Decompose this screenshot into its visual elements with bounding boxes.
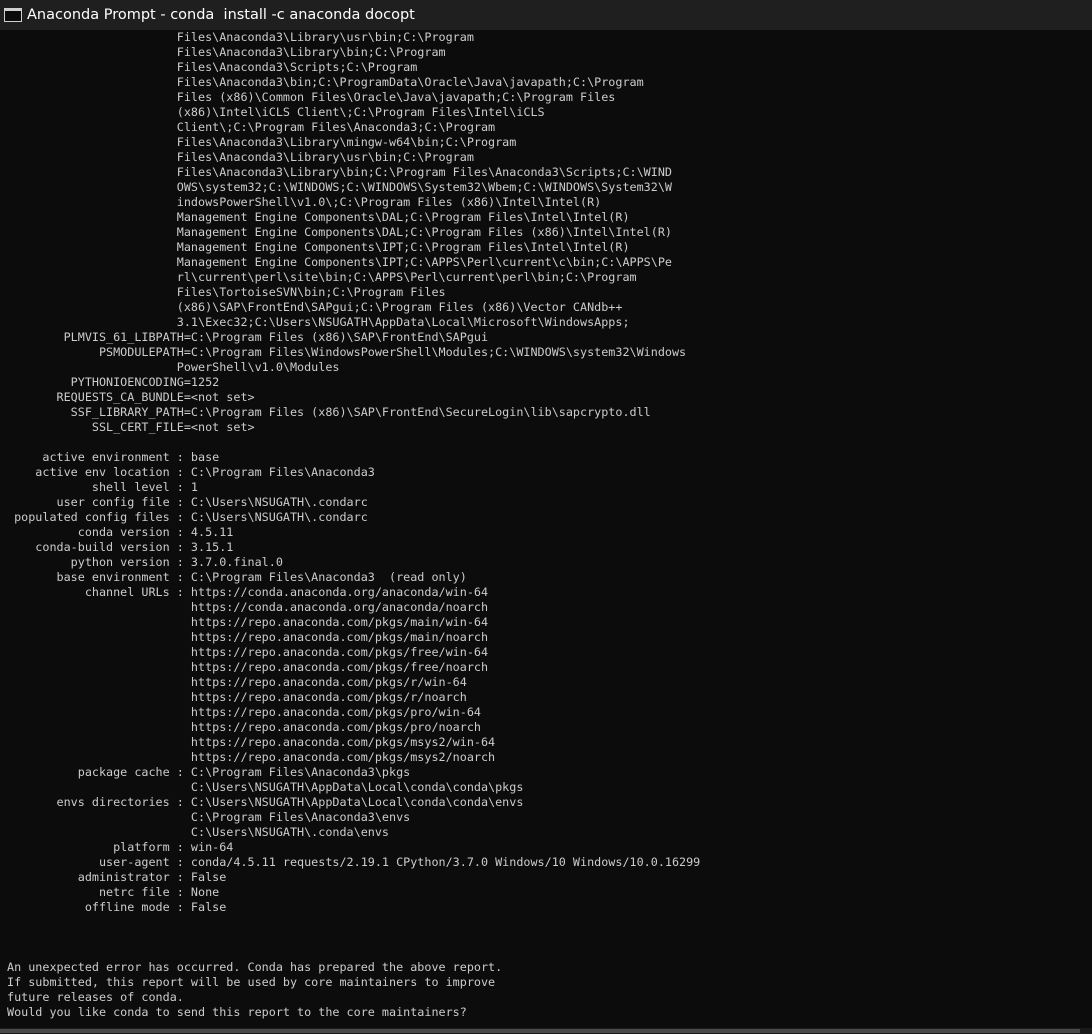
console-line: base environment : C:\Program Files\Anac… xyxy=(7,570,467,584)
console-line: SSF_LIBRARY_PATH=C:\Program Files (x86)\… xyxy=(7,405,651,419)
console-line: (x86)\Intel\iCLS Client\;C:\Program File… xyxy=(7,105,545,119)
console-line: https://conda.anaconda.org/anaconda/noar… xyxy=(7,600,489,614)
console-line: indowsPowerShell\v1.0\;C:\Program Files … xyxy=(7,195,602,209)
console-line: Files\Anaconda3\bin;C:\ProgramData\Oracl… xyxy=(7,75,644,89)
console-line: https://repo.anaconda.com/pkgs/main/win-… xyxy=(7,615,489,629)
console-line: OWS\system32;C:\WINDOWS;C:\WINDOWS\Syste… xyxy=(7,180,672,194)
console-line: C:\Program Files\Anaconda3\envs xyxy=(7,810,411,824)
console-line: https://repo.anaconda.com/pkgs/r/win-64 xyxy=(7,675,467,689)
console-line: Files\Anaconda3\Library\usr\bin;C:\Progr… xyxy=(7,150,474,164)
console-line: shell level : 1 xyxy=(7,480,199,494)
console-line: Management Engine Components\DAL;C:\Prog… xyxy=(7,210,630,224)
console-line: populated config files : C:\Users\NSUGAT… xyxy=(7,510,368,524)
console-line: 3.1\Exec32;C:\Users\NSUGATH\AppData\Loca… xyxy=(7,315,630,329)
horizontal-scrollbar[interactable] xyxy=(0,1028,1092,1034)
console-line: PowerShell\v1.0\Modules xyxy=(7,360,340,374)
console-line: future releases of conda. xyxy=(7,990,184,1004)
console-line: rl\current\perl\site\bin;C:\APPS\Perl\cu… xyxy=(7,270,637,284)
console-line: user-agent : conda/4.5.11 requests/2.19.… xyxy=(7,855,701,869)
console-line: Files\Anaconda3\Library\bin;C:\Program xyxy=(7,45,446,59)
console-line: SSL_CERT_FILE=<not set> xyxy=(7,420,255,434)
console-line: PYTHONIOENCODING=1252 xyxy=(7,375,220,389)
console-line: PSMODULEPATH=C:\Program Files\WindowsPow… xyxy=(7,345,687,359)
console-line: REQUESTS_CA_BUNDLE=<not set> xyxy=(7,390,255,404)
console-line: envs directories : C:\Users\NSUGATH\AppD… xyxy=(7,795,524,809)
console-line: (x86)\SAP\FrontEnd\SAPgui;C:\Program Fil… xyxy=(7,300,623,314)
console-line: https://repo.anaconda.com/pkgs/msys2/noa… xyxy=(7,750,496,764)
console-line: Management Engine Components\DAL;C:\Prog… xyxy=(7,225,672,239)
console-line: offline mode : False xyxy=(7,900,227,914)
console-line: Files\TortoiseSVN\bin;C:\Program Files xyxy=(7,285,446,299)
title-bar[interactable]: Anaconda Prompt - conda install -c anaco… xyxy=(0,0,1092,30)
console-line: package cache : C:\Program Files\Anacond… xyxy=(7,765,411,779)
console-line: Files\Anaconda3\Library\bin;C:\Program F… xyxy=(7,165,672,179)
console-icon xyxy=(4,8,22,22)
console-line: https://repo.anaconda.com/pkgs/main/noar… xyxy=(7,630,489,644)
scrollbar-thumb[interactable] xyxy=(0,1029,1080,1033)
console-line: active environment : base xyxy=(7,450,220,464)
console-line: PLMVIS_61_LIBPATH=C:\Program Files (x86)… xyxy=(7,330,489,344)
console-line: Files\Anaconda3\Library\mingw-w64\bin;C:… xyxy=(7,135,517,149)
window-title: Anaconda Prompt - conda install -c anaco… xyxy=(27,7,415,23)
console-line: Files\Anaconda3\Library\usr\bin;C:\Progr… xyxy=(7,30,474,44)
console-line: conda version : 4.5.11 xyxy=(7,525,234,539)
console-line: active env location : C:\Program Files\A… xyxy=(7,465,375,479)
console-line: https://repo.anaconda.com/pkgs/free/win-… xyxy=(7,645,489,659)
console-line: administrator : False xyxy=(7,870,227,884)
console-window: Anaconda Prompt - conda install -c anaco… xyxy=(0,0,1092,1034)
console-line: conda-build version : 3.15.1 xyxy=(7,540,234,554)
console-line: C:\Users\NSUGATH\.conda\envs xyxy=(7,825,390,839)
console-line: https://repo.anaconda.com/pkgs/pro/noarc… xyxy=(7,720,481,734)
console-line: Management Engine Components\IPT;C:\APPS… xyxy=(7,255,672,269)
console-line: https://repo.anaconda.com/pkgs/pro/win-6… xyxy=(7,705,481,719)
console-line: channel URLs : https://conda.anaconda.or… xyxy=(7,585,489,599)
console-line: Files\Anaconda3\Scripts;C:\Program xyxy=(7,60,418,74)
console-line: C:\Users\NSUGATH\AppData\Local\conda\con… xyxy=(7,780,524,794)
console-line: Would you like conda to send this report… xyxy=(7,1005,467,1019)
console-line: Files (x86)\Common Files\Oracle\Java\jav… xyxy=(7,90,616,104)
console-line: If submitted, this report will be used b… xyxy=(7,975,496,989)
console-line: https://repo.anaconda.com/pkgs/msys2/win… xyxy=(7,735,496,749)
console-line: Client\;C:\Program Files\Anaconda3;C:\Pr… xyxy=(7,120,496,134)
console-line: https://repo.anaconda.com/pkgs/r/noarch xyxy=(7,690,467,704)
console-line: platform : win-64 xyxy=(7,840,234,854)
console-line: https://repo.anaconda.com/pkgs/free/noar… xyxy=(7,660,489,674)
console-line: An unexpected error has occurred. Conda … xyxy=(7,960,503,974)
console-output[interactable]: Files\Anaconda3\Library\usr\bin;C:\Progr… xyxy=(7,30,1087,1020)
console-line: python version : 3.7.0.final.0 xyxy=(7,555,283,569)
console-line: netrc file : None xyxy=(7,885,220,899)
console-line: user config file : C:\Users\NSUGATH\.con… xyxy=(7,495,368,509)
console-line: Management Engine Components\IPT;C:\Prog… xyxy=(7,240,630,254)
